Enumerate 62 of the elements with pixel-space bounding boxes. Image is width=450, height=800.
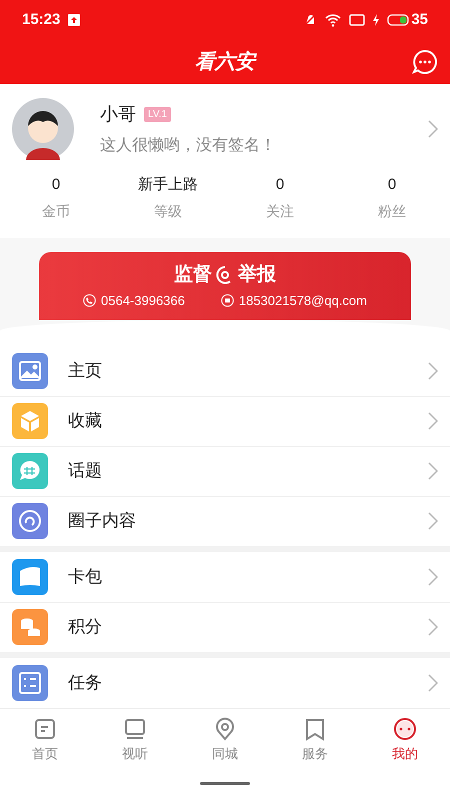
menu-item[interactable]: 收藏 (0, 396, 450, 446)
tab-item[interactable]: 服务 (270, 717, 360, 764)
chevron-right-icon (428, 120, 438, 138)
menu-label: 卡包 (68, 566, 103, 588)
tab-item[interactable]: 首页 (0, 717, 90, 764)
tv-icon (123, 717, 147, 741)
menu-item[interactable]: 任务 (0, 658, 450, 708)
charging-icon (373, 14, 380, 26)
home-icon (33, 717, 57, 741)
stat-label: 金币 (42, 202, 70, 220)
chevron-right-icon (428, 412, 438, 430)
banner-phone: 0564-3996366 (101, 292, 185, 310)
pin-icon (213, 717, 237, 741)
phone-icon (83, 294, 96, 308)
mail-icon (220, 294, 234, 308)
menu-item[interactable]: 圈子内容 (0, 496, 450, 546)
avatar (12, 98, 74, 160)
stat-value: 0 (276, 175, 284, 195)
stat-label: 关注 (266, 202, 294, 220)
chevron-right-icon (428, 618, 438, 636)
menu-item[interactable]: 卡包 (0, 552, 450, 602)
report-banner[interactable]: 监督 举报 0564-3996366 1853021578@qq.com (39, 252, 411, 320)
chevron-right-icon (428, 568, 438, 586)
stat-label: 粉丝 (378, 202, 406, 220)
upload-icon (68, 14, 80, 26)
home-indicator (200, 782, 250, 784)
app-title: 看六安 (195, 50, 255, 75)
menu-item[interactable]: 主页 (0, 346, 450, 396)
menu-label: 收藏 (68, 410, 103, 432)
chevron-right-icon (428, 362, 438, 380)
menu-item[interactable]: 话题 (0, 446, 450, 496)
bookmark-icon (303, 717, 327, 741)
chevron-right-icon (428, 462, 438, 480)
stat-label: 等级 (154, 202, 182, 220)
stat-value: 0 (52, 175, 60, 195)
tab-item[interactable]: 视听 (90, 717, 180, 764)
tab-item[interactable]: 同城 (180, 717, 270, 764)
stat-value: 新手上路 (138, 175, 198, 195)
banner-email: 1853021578@qq.com (238, 292, 367, 310)
menu-label: 圈子内容 (68, 510, 137, 532)
profile-row[interactable]: 小哥 LV.1 这人很懒哟，没有签名！ (0, 84, 450, 170)
menu-label: 积分 (68, 616, 103, 638)
battery-icon (387, 14, 410, 26)
wifi-icon (325, 13, 342, 27)
menu-item[interactable]: 积分 (0, 602, 450, 652)
battery-level: 35 (411, 10, 428, 30)
chevron-right-icon (428, 512, 438, 530)
tab-item[interactable]: 我的 (360, 717, 450, 764)
user-signature: 这人很懒哟，没有签名！ (100, 136, 277, 156)
screen-icon (349, 14, 366, 26)
banner-title: 监督 (174, 262, 212, 286)
status-time: 15:23 (22, 10, 60, 30)
level-badge: LV.1 (144, 106, 171, 122)
message-icon[interactable] (412, 49, 438, 75)
banner-title: 举报 (238, 262, 276, 286)
user-name: 小哥 (100, 102, 136, 126)
menu-label: 主页 (68, 360, 103, 382)
stat-value: 0 (388, 175, 396, 195)
chevron-right-icon (428, 674, 438, 692)
menu-label: 话题 (68, 460, 103, 482)
menu-label: 任务 (68, 672, 103, 694)
face-icon (393, 717, 417, 741)
